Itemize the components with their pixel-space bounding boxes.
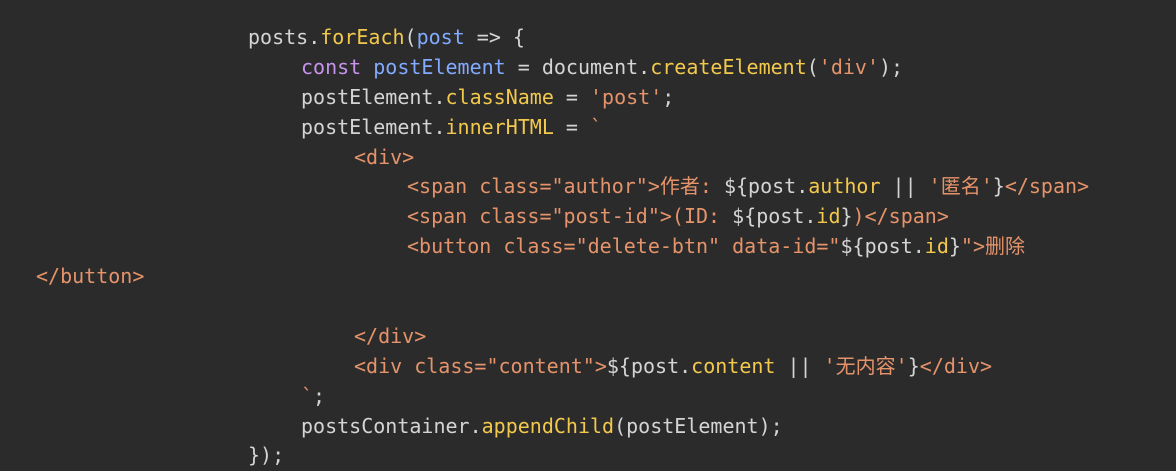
code-token: </div> <box>354 323 427 348</box>
code-token: ; <box>662 84 675 109</box>
code-line[interactable]: <span class="author">作者: ${post.author |… <box>0 172 1176 202</box>
code-token: <span class="author">作者: <box>407 174 724 199</box>
code-token: (postElement); <box>614 413 783 438</box>
code-token: author <box>808 174 881 199</box>
code-token: <span class="post-id">(ID: <box>407 204 733 229</box>
code-token: } <box>907 353 920 378</box>
code-token: || <box>880 174 929 199</box>
code-token: ); <box>879 54 904 79</box>
code-token: 'post' <box>590 84 663 109</box>
code-line[interactable]: <span class="post-id">(ID: ${post.id})</… <box>0 202 1176 232</box>
code-line[interactable]: </div> <box>0 322 1176 352</box>
code-token: ( <box>806 54 819 79</box>
code-token: '无内容' <box>823 353 908 378</box>
code-token: innerHTML <box>445 114 554 139</box>
code-line[interactable]: </button> <box>0 262 1176 292</box>
code-token: post <box>416 25 465 49</box>
code-token: = <box>553 114 590 139</box>
code-line[interactable]: postElement.className = 'post'; <box>0 83 1176 113</box>
code-token: <div class="content"> <box>354 353 607 378</box>
code-token: </div> <box>919 353 993 378</box>
code-token: } <box>992 174 1005 199</box>
code-line[interactable]: <div class="content">${post.content || '… <box>0 352 1176 382</box>
code-token: className <box>445 84 554 109</box>
code-token: } <box>840 204 853 229</box>
code-editor[interactable]: posts.forEach(post => {const postElement… <box>0 23 1176 471</box>
code-line[interactable]: postElement.innerHTML = ` <box>0 113 1176 143</box>
code-token: = <box>553 84 590 109</box>
code-token: 'div' <box>818 54 880 79</box>
code-token: </span> <box>1004 174 1090 199</box>
code-line[interactable]: `; <box>0 382 1176 412</box>
code-token: createElement <box>650 54 807 79</box>
code-token: postElement. <box>301 84 446 109</box>
code-token: ; <box>313 383 326 408</box>
code-line[interactable]: postsContainer.appendChild(postElement); <box>0 412 1176 442</box>
code-token: => { <box>464 25 525 49</box>
code-line[interactable]: <button class="delete-btn" data-id="${po… <box>0 232 1176 262</box>
code-token: ( <box>404 25 417 49</box>
code-line[interactable] <box>0 292 1176 322</box>
code-token: posts. <box>248 25 321 49</box>
code-token: ${post. <box>732 204 817 229</box>
code-token: }); <box>248 443 285 468</box>
code-token: ${post. <box>723 174 809 199</box>
code-token: || <box>775 353 824 378</box>
code-token: ${post. <box>606 353 692 378</box>
code-token: forEach <box>320 25 405 49</box>
code-token: id <box>924 234 949 259</box>
code-token: '匿名' <box>928 174 993 199</box>
code-token: postsContainer. <box>301 413 482 438</box>
code-token: id <box>816 204 841 229</box>
code-token: ` <box>301 383 314 408</box>
code-token: <button class="delete-btn" data-id=" <box>407 234 841 259</box>
code-line[interactable]: }); <box>0 441 1176 471</box>
code-token: = document. <box>505 54 651 79</box>
code-line[interactable]: posts.forEach(post => { <box>0 23 1176 53</box>
code-token: ${post. <box>840 234 925 259</box>
code-token: content <box>691 353 776 378</box>
code-token: </button> <box>36 264 145 289</box>
code-token: const <box>301 54 374 79</box>
code-line[interactable]: const postElement = document.createEleme… <box>0 53 1176 83</box>
code-token: } <box>948 234 961 259</box>
code-token: ">删除 <box>960 234 1026 259</box>
code-token: appendChild <box>481 413 615 438</box>
code-token: <div> <box>354 144 415 169</box>
code-line[interactable]: <div> <box>0 143 1176 173</box>
code-token: )</span> <box>852 204 949 229</box>
code-token: ` <box>590 114 603 139</box>
code-token: postElement. <box>301 114 446 139</box>
code-token: postElement <box>373 54 506 79</box>
